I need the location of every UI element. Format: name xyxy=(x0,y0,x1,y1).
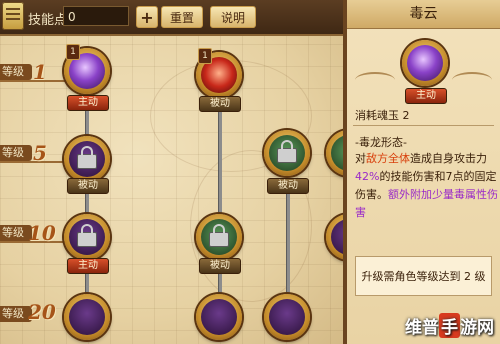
skill-node-locked[interactable] xyxy=(64,136,110,182)
level-number: 5 xyxy=(33,141,47,165)
highlight-text: 42% xyxy=(355,170,380,183)
skill-type-tag: 主动 xyxy=(67,258,109,274)
toolbar: 技能点: 0 + 重置 说明 xyxy=(0,0,343,36)
skill-node-fist[interactable]: 1 xyxy=(196,48,242,98)
skill-node-poison-cloud[interactable]: 1 xyxy=(64,44,110,94)
skill-icon xyxy=(331,219,343,255)
skill-icon xyxy=(407,45,443,81)
upgrade-requirement: 升级需角色等级达到 2 级 xyxy=(355,256,492,296)
ornament xyxy=(355,72,395,88)
description-line: 对敌方全体造成自身攻击力 xyxy=(355,152,497,165)
skill-level-badge: 1 xyxy=(198,48,212,64)
skill-connector xyxy=(286,190,290,310)
skill-icon xyxy=(331,135,343,171)
skill-type-tag: 被动 xyxy=(199,258,241,274)
divider xyxy=(353,125,494,126)
skill-node-partial[interactable] xyxy=(326,214,343,260)
lock-icon xyxy=(209,224,229,247)
highlight-text: 敌方全体 xyxy=(366,152,410,165)
lock-icon xyxy=(77,224,97,247)
text: 造成自身攻击力 xyxy=(410,152,487,165)
skill-node-locked[interactable] xyxy=(196,214,242,260)
skill-node-locked[interactable] xyxy=(264,130,310,176)
level-number: 20 xyxy=(28,300,56,324)
watermark-text: 手 xyxy=(439,313,460,338)
skill-title: 毒云 xyxy=(347,0,500,29)
description-line: 伤害。额外附加少量毒属性伤 xyxy=(355,188,498,201)
skill-book-icon[interactable] xyxy=(2,2,24,30)
skill-node-locked[interactable] xyxy=(64,294,110,340)
skill-type-tag: 被动 xyxy=(267,178,309,194)
text: 对 xyxy=(355,152,366,165)
skill-connector xyxy=(218,110,222,220)
skill-type-tag: 被动 xyxy=(199,96,241,112)
level-number: 10 xyxy=(28,221,56,245)
skill-node-locked[interactable] xyxy=(64,214,110,260)
level-tag: 等级 xyxy=(0,145,32,161)
skill-type-tag: 被动 xyxy=(67,178,109,194)
skill-tree-panel: 技能点: 0 + 重置 说明 等级 1 等级 5 等级 10 等级 20 1 主… xyxy=(0,0,343,344)
description-line: 42%的技能伤害和7点的固定 xyxy=(355,170,497,183)
watermark-text: 维普 xyxy=(405,318,439,338)
add-skill-points-button[interactable]: + xyxy=(136,6,158,28)
text: 的技能伤害和7点的固定 xyxy=(379,170,497,183)
skill-points-value: 0 xyxy=(63,6,129,26)
skill-form: -毒龙形态- xyxy=(355,136,407,149)
skill-detail-panel: 毒云 主动 消耗魂玉 2 -毒龙形态- 对敌方全体造成自身攻击力 42%的技能伤… xyxy=(343,0,500,344)
skill-node-locked[interactable] xyxy=(196,294,242,340)
skill-type-tag: 主动 xyxy=(67,95,109,111)
highlight-text: 额外附加少量毒属性伤 xyxy=(388,188,498,201)
skill-icon xyxy=(69,299,105,335)
ornament xyxy=(452,72,492,88)
skill-level-badge: 1 xyxy=(66,44,80,60)
description-line: 害 xyxy=(355,206,366,219)
help-button[interactable]: 说明 xyxy=(210,6,256,28)
skill-cost: 消耗魂玉 2 xyxy=(355,109,410,122)
skill-type-tag: 主动 xyxy=(405,88,447,104)
skill-node-locked[interactable] xyxy=(264,294,310,340)
skill-icon xyxy=(201,299,237,335)
skill-node-partial[interactable] xyxy=(326,130,343,176)
poison-cloud-icon xyxy=(402,40,448,86)
watermark-text: 游网 xyxy=(460,318,494,338)
watermark: 维普手游网 xyxy=(405,313,494,338)
lock-icon xyxy=(77,146,97,169)
reset-button[interactable]: 重置 xyxy=(161,6,203,28)
level-tag: 等级 xyxy=(0,64,32,80)
lock-icon xyxy=(277,140,297,163)
skill-icon xyxy=(269,299,305,335)
level-number: 1 xyxy=(33,60,47,84)
text: 伤害。 xyxy=(355,188,388,201)
